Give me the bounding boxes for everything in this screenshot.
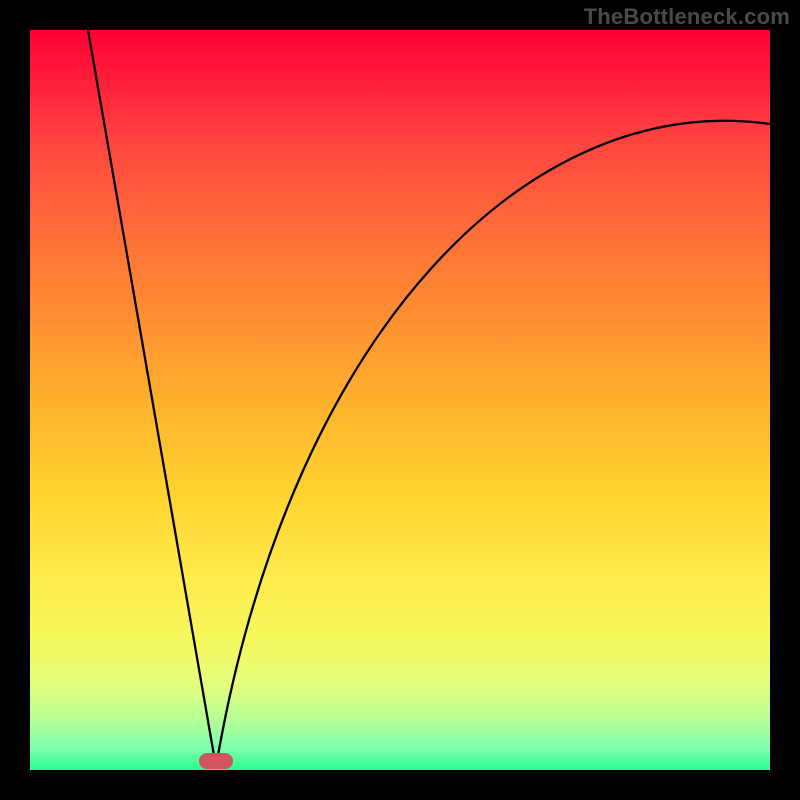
plot-area [30,30,770,770]
optimum-marker [199,753,233,769]
bottleneck-curve [30,30,770,770]
watermark-text: TheBottleneck.com [584,4,790,30]
chart-frame: TheBottleneck.com [0,0,800,800]
